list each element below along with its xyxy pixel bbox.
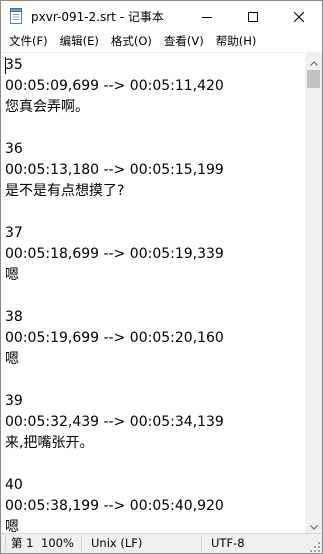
scroll-down-button[interactable] xyxy=(305,516,322,533)
menu-format[interactable]: 格式(O) xyxy=(105,31,158,51)
text-line: 来,把嘴张开。 xyxy=(5,435,94,451)
text-line: 36 xyxy=(5,141,23,157)
text-line xyxy=(5,370,224,391)
text-line xyxy=(5,286,224,307)
scrollbar-thumb[interactable] xyxy=(307,70,320,88)
close-button[interactable] xyxy=(276,1,322,31)
menu-view[interactable]: 查看(V) xyxy=(158,31,210,51)
text-caret xyxy=(5,57,6,74)
text-line: 嗯 xyxy=(5,267,19,283)
status-line-ending: Unix (LF) xyxy=(91,536,143,550)
vertical-scrollbar[interactable] xyxy=(305,52,322,533)
text-line: 40 xyxy=(5,477,23,493)
text-line: 37 xyxy=(5,225,23,241)
menu-edit[interactable]: 编辑(E) xyxy=(54,31,105,51)
text-line xyxy=(5,454,224,475)
maximize-button[interactable] xyxy=(230,1,276,31)
text-line: 00:05:38,199 --> 00:05:40,920 xyxy=(5,498,224,514)
notepad-window: pxvr-091-2.srt - 记事本 文件(F) 编辑(E) 格式(O) 查… xyxy=(0,0,323,554)
menu-bar: 文件(F) 编辑(E) 格式(O) 查看(V) 帮助(H) xyxy=(1,31,322,51)
editor-content: 35 00:05:09,699 --> 00:05:11,420 您真会弄啊。 … xyxy=(5,55,224,533)
status-zoom: 100% xyxy=(41,536,74,550)
chevron-up-icon xyxy=(309,51,318,70)
status-encoding: UTF-8 xyxy=(211,536,245,550)
text-line xyxy=(5,118,224,139)
text-line: 00:05:32,439 --> 00:05:34,139 xyxy=(5,414,224,430)
text-line: 您真会弄啊。 xyxy=(5,99,89,115)
scroll-up-button[interactable] xyxy=(305,52,322,69)
menu-help[interactable]: 帮助(H) xyxy=(210,31,263,51)
minimize-button[interactable] xyxy=(184,1,230,31)
text-line: 00:05:09,699 --> 00:05:11,420 xyxy=(5,78,224,94)
title-bar[interactable]: pxvr-091-2.srt - 记事本 xyxy=(1,1,322,31)
minimize-icon xyxy=(202,7,212,26)
status-divider xyxy=(201,536,202,551)
text-line: 00:05:18,699 --> 00:05:19,339 xyxy=(5,246,224,262)
status-bar: 第 1 100% Unix (LF) UTF-8 xyxy=(1,533,322,553)
notepad-icon xyxy=(9,8,23,24)
text-line: 嗯 xyxy=(5,351,19,367)
status-divider xyxy=(5,536,6,551)
status-position: 第 1 xyxy=(11,536,34,550)
text-line: 38 xyxy=(5,309,23,325)
maximize-icon xyxy=(248,7,258,26)
text-line xyxy=(5,202,224,223)
text-editor[interactable]: 35 00:05:09,699 --> 00:05:11,420 您真会弄啊。 … xyxy=(1,52,305,533)
text-line: 39 xyxy=(5,393,23,409)
chevron-down-icon xyxy=(309,515,318,534)
status-divider xyxy=(81,536,82,551)
text-line: 35 xyxy=(5,57,23,73)
text-line: 00:05:19,699 --> 00:05:20,160 xyxy=(5,330,224,346)
text-line: 00:05:13,180 --> 00:05:15,199 xyxy=(5,162,224,178)
text-line: 是不是有点想摸了? xyxy=(5,183,125,199)
text-line: 嗯 xyxy=(5,519,19,533)
resize-grip-icon[interactable] xyxy=(310,541,320,552)
menu-file[interactable]: 文件(F) xyxy=(1,31,54,51)
window-title: pxvr-091-2.srt - 记事本 xyxy=(31,10,164,24)
close-icon xyxy=(293,7,305,26)
